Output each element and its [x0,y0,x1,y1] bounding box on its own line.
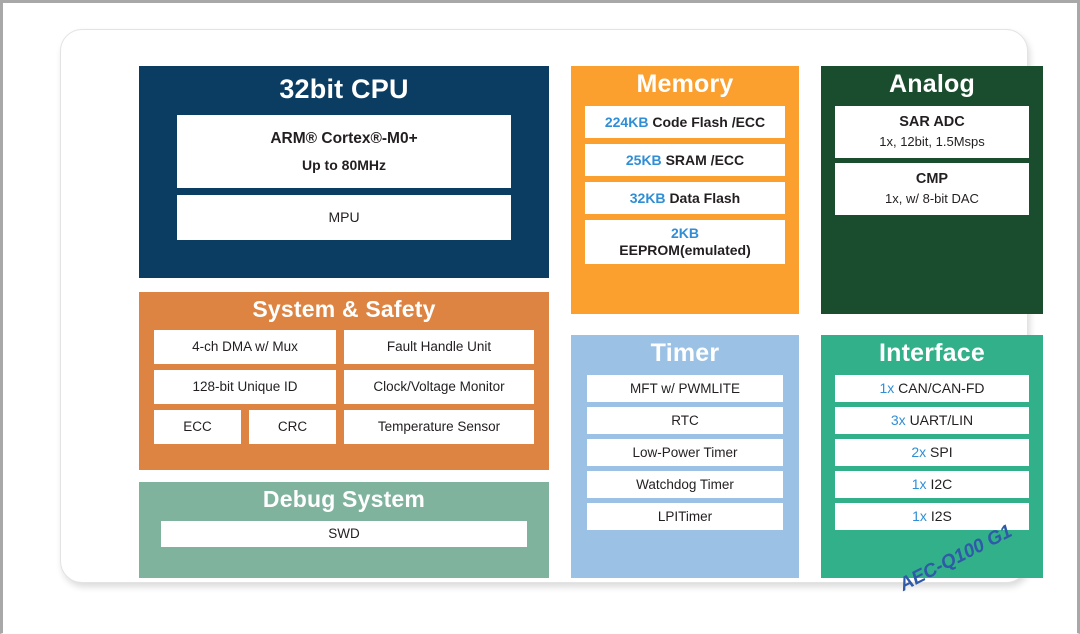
memory-label-code-flash: Code Flash /ECC [652,113,766,130]
cpu-core-speed: Up to 80MHz [302,156,386,173]
interface-qty-spi: 2x [911,444,927,461]
interface-label-spi: SPI [930,444,953,461]
interface-qty-i2s: 1x [912,508,927,525]
cpu-core-cell: ARM® Cortex®-M0+ Up to 80MHz [177,115,511,188]
memory-qty-eeprom: 2KB [670,225,699,242]
interface-item-spi: 2x SPI [835,439,1029,466]
system-safety-item-ecc: ECC [154,410,241,444]
debug-item-swd: SWD [161,521,527,547]
block-analog: Analog SAR ADC 1x, 12bit, 1.5Msps CMP 1x… [821,66,1043,314]
timer-item-lpitimer: LPITimer [587,503,783,530]
analog-item-sar-adc: SAR ADC 1x, 12bit, 1.5Msps [835,106,1029,158]
system-safety-item-unique-id: 128-bit Unique ID [154,370,336,404]
memory-item-sram: 25KB SRAM /ECC [585,144,785,176]
system-safety-item-temperature-sensor: Temperature Sensor [344,410,534,444]
interface-qty-uart-lin: 3x [890,412,906,429]
memory-qty-code-flash: 224KB [604,113,649,130]
timer-item-watchdog-timer: Watchdog Timer [587,471,783,498]
block-title-analog: Analog [889,70,975,98]
block-title-cpu: 32bit CPU [279,74,409,104]
interface-item-i2c: 1x I2C [835,471,1029,498]
system-safety-grid: 4-ch DMA w/ Mux Fault Handle Unit 128-bi… [149,330,539,444]
block-title-system-safety: System & Safety [252,296,436,322]
analog-spec-cmp: 1x, w/ 8-bit DAC [885,191,979,207]
interface-label-can: CAN/CAN-FD [898,380,985,397]
memory-item-eeprom: 2KB EEPROM(emulated) [585,220,785,264]
analog-spec-sar-adc: 1x, 12bit, 1.5Msps [879,134,985,150]
memory-item-code-flash: 224KB Code Flash /ECC [585,106,785,138]
block-timer: Timer MFT w/ PWMLITE RTC Low-Power Timer… [571,335,799,578]
timer-item-rtc: RTC [587,407,783,434]
interface-qty-can: 1x [879,380,895,397]
block-title-debug-system: Debug System [262,486,426,512]
memory-item-data-flash: 32KB Data Flash [585,182,785,214]
memory-qty-data-flash: 32KB [629,189,666,206]
block-debug-system: Debug System SWD [139,482,549,578]
interface-qty-i2c: 1x [911,476,927,493]
cpu-mpu-cell: MPU [177,195,511,240]
memory-qty-sram: 25KB [625,151,662,168]
system-safety-item-dma: 4-ch DMA w/ Mux [154,330,336,364]
analog-item-cmp: CMP 1x, w/ 8-bit DAC [835,163,1029,215]
block-title-memory: Memory [636,70,734,98]
system-safety-item-crc: CRC [249,410,336,444]
interface-label-uart-lin: UART/LIN [909,412,974,429]
system-safety-item-fault-handle: Fault Handle Unit [344,330,534,364]
block-memory: Memory 224KB Code Flash /ECC 25KB SRAM /… [571,66,799,314]
diagram-card: 32bit CPU ARM® Cortex®-M0+ Up to 80MHz M… [60,29,1043,583]
interface-label-i2c: I2C [930,476,953,493]
block-title-interface: Interface [878,339,985,367]
interface-label-i2s: I2S [930,508,952,525]
memory-label-data-flash: Data Flash [669,189,741,206]
system-safety-ecc-crc-row: ECC CRC [154,410,336,444]
analog-name-sar-adc: SAR ADC [899,114,965,131]
memory-label-eeprom: EEPROM(emulated) [619,242,751,258]
block-system-safety: System & Safety 4-ch DMA w/ Mux Fault Ha… [139,292,549,470]
interface-item-uart-lin: 3x UART/LIN [835,407,1029,434]
interface-item-can: 1x CAN/CAN-FD [835,375,1029,402]
timer-item-mft: MFT w/ PWMLITE [587,375,783,402]
cpu-core-name: ARM® Cortex®-M0+ [270,129,418,147]
block-32bit-cpu: 32bit CPU ARM® Cortex®-M0+ Up to 80MHz M… [139,66,549,278]
block-title-timer: Timer [650,339,720,367]
system-safety-item-clock-voltage-monitor: Clock/Voltage Monitor [344,370,534,404]
memory-label-sram: SRAM /ECC [665,151,745,168]
timer-item-low-power-timer: Low-Power Timer [587,439,783,466]
analog-name-cmp: CMP [915,171,949,188]
